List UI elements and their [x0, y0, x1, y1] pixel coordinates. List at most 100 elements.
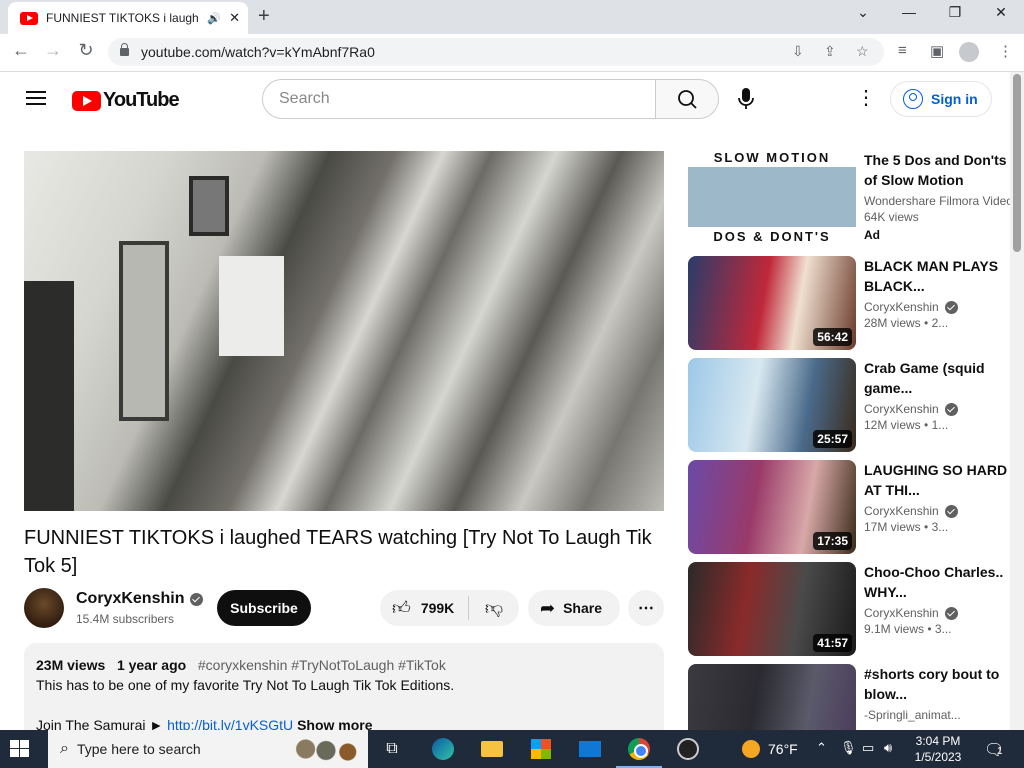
tab-close-icon[interactable]: ✕: [229, 10, 240, 26]
related-video-title[interactable]: Crab Game (squid game...: [864, 358, 1010, 398]
share-button[interactable]: ➦ Share: [528, 590, 620, 626]
reload-icon[interactable]: ↻: [73, 40, 99, 61]
channel-name-link[interactable]: CoryxKenshin: [76, 590, 204, 608]
related-video-title[interactable]: BLACK MAN PLAYS BLACK...: [864, 256, 1010, 296]
related-video-info: #shorts cory bout to blow... -Springli_an…: [864, 664, 1010, 722]
view-count: 23M views: [36, 657, 106, 673]
related-video-info: LAUGHING SO HARD AT THI... CoryxKenshin 17…: [864, 460, 1010, 534]
video-thumbnail[interactable]: 56:42: [688, 256, 856, 350]
subscribe-button[interactable]: Subscribe: [217, 590, 311, 626]
microphone-icon[interactable]: [734, 86, 758, 112]
video-thumbnail[interactable]: 25:57: [688, 358, 856, 452]
related-video-channel[interactable]: -Springli_animat...: [864, 708, 961, 722]
related-video-item[interactable]: SLOW MOTION DOS & DONT'S The 5 Dos and Don…: [688, 150, 1010, 244]
channel-avatar[interactable]: [24, 588, 64, 628]
volume-icon[interactable]: 🔊︎: [884, 740, 892, 756]
media-control-icon[interactable]: ≡: [898, 42, 907, 59]
related-video-channel[interactable]: CoryxKenshin: [864, 300, 939, 314]
browser-menu-icon[interactable]: ⋮: [998, 42, 1013, 60]
system-clock[interactable]: 3:04 PM 1/5/2023: [904, 733, 972, 765]
related-video-age: 3...: [934, 622, 952, 636]
verified-check-icon: [190, 592, 204, 606]
related-video-channel-row: CoryxKenshin: [864, 504, 1010, 518]
related-video-channel[interactable]: CoryxKenshin: [864, 504, 939, 518]
profile-avatar-icon[interactable]: [959, 42, 979, 62]
clock-time: 3:04 PM: [915, 734, 961, 748]
related-video-channel[interactable]: CoryxKenshin: [864, 402, 939, 416]
lock-icon: [120, 43, 129, 56]
description-box[interactable]: 23M views 1 year ago #coryxkenshin #TryN…: [24, 643, 664, 743]
related-video-title[interactable]: The 5 Dos and Don'ts of Slow Motion Film…: [864, 150, 1010, 190]
windows-start-icon[interactable]: [10, 740, 30, 758]
video-thumbnail[interactable]: 41:57: [688, 562, 856, 656]
search-input[interactable]: Search: [262, 79, 656, 119]
related-video-views: 28M views: [864, 316, 921, 330]
video-frame-small-picture: [189, 176, 229, 236]
logo-text: YouTube: [103, 89, 180, 111]
new-tab-button[interactable]: +: [258, 5, 270, 28]
edge-icon[interactable]: [428, 736, 458, 762]
install-icon[interactable]: ⇩: [792, 43, 804, 60]
search-icon: ⌕: [60, 740, 69, 757]
system-monitor-icon[interactable]: [673, 736, 703, 762]
network-icon[interactable]: ▭: [862, 740, 874, 756]
browser-tab[interactable]: FUNNIEST TIKTOKS i laughed TEARS watchin…: [8, 2, 248, 34]
related-video-item[interactable]: 56:42 BLACK MAN PLAYS BLACK... CoryxKenshi…: [688, 256, 1008, 350]
search-button[interactable]: [655, 79, 719, 119]
url-field[interactable]: youtube.com/watch?v=kYmAbnf7Ra0 ⇩ ⇪ ☆: [108, 38, 884, 66]
video-player[interactable]: [24, 151, 664, 511]
dislike-button[interactable]: 👎︎: [469, 590, 519, 626]
related-video-views: 64K views: [864, 210, 919, 224]
video-thumbnail[interactable]: 17:35: [688, 460, 856, 554]
microsoft-store-icon[interactable]: [526, 736, 556, 762]
verified-check-icon: [944, 300, 958, 314]
forward-icon[interactable]: →: [40, 40, 66, 61]
side-panel-icon[interactable]: ▣: [930, 42, 944, 60]
restore-icon[interactable]: ❐: [932, 4, 978, 21]
chevron-down-icon[interactable]: ⌄: [840, 4, 886, 21]
file-explorer-icon[interactable]: [477, 736, 507, 762]
notification-center-icon[interactable]: 🗨︎ 1: [984, 740, 1006, 760]
related-video-item[interactable]: 41:57 Choo-Choo Charles.. WHY... CoryxKens…: [688, 562, 1008, 656]
related-video-channel[interactable]: CoryxKenshin: [864, 606, 939, 620]
taskbar-search-box[interactable]: ⌕ Type here to search: [48, 730, 368, 768]
hamburger-menu-icon[interactable]: [26, 91, 46, 105]
like-button[interactable]: 👍︎ 799K: [380, 590, 468, 626]
close-icon[interactable]: ✕: [978, 4, 1024, 21]
related-video-title[interactable]: LAUGHING SO HARD AT THI...: [864, 460, 1010, 500]
weather-widget[interactable]: 76°F: [742, 740, 798, 758]
chrome-icon[interactable]: [624, 736, 654, 762]
speaker-icon[interactable]: 🔊: [207, 12, 221, 25]
hashtags[interactable]: #coryxkenshin #TryNotToLaugh #TikTok: [198, 657, 446, 673]
related-video-channel[interactable]: Wondershare Filmora Video: [864, 194, 1010, 208]
task-view-icon[interactable]: ⧉: [377, 736, 407, 762]
more-options-icon[interactable]: ⋮: [856, 88, 876, 108]
search-icon: [678, 90, 697, 109]
related-video-item[interactable]: 25:57 Crab Game (squid game... CoryxKenshi…: [688, 358, 1008, 452]
related-video-stats: 9.1M views • 3...: [864, 622, 1010, 636]
video-frame-poster: [219, 256, 284, 356]
back-icon[interactable]: ←: [8, 40, 34, 61]
tab-title: FUNNIEST TIKTOKS i laughed TEARS watchin…: [46, 11, 199, 25]
minimize-icon[interactable]: —: [886, 4, 932, 20]
description-line: This has to be one of my favorite Try No…: [36, 677, 455, 693]
microphone-tray-icon[interactable]: 🎙︎: [840, 740, 857, 756]
related-video-title[interactable]: #shorts cory bout to blow...: [864, 664, 1010, 704]
duration-badge: 56:42: [813, 328, 852, 346]
separator-dot: •: [920, 418, 932, 432]
related-video-views: 17M views: [864, 520, 921, 534]
related-video-title[interactable]: Choo-Choo Charles.. WHY...: [864, 562, 1010, 602]
clock-date: 1/5/2023: [914, 750, 962, 764]
bookmark-star-icon[interactable]: ☆: [856, 43, 869, 60]
youtube-logo[interactable]: YouTube: [72, 89, 180, 112]
scrollbar-thumb[interactable]: [1013, 74, 1021, 252]
related-video-info: BLACK MAN PLAYS BLACK... CoryxKenshin 28M …: [864, 256, 1010, 330]
mail-icon[interactable]: [575, 736, 605, 762]
video-thumbnail[interactable]: SLOW MOTION DOS & DONT'S: [688, 150, 856, 244]
sign-in-button[interactable]: Sign in: [890, 81, 992, 117]
chevron-up-icon[interactable]: ⌃: [816, 740, 827, 756]
related-video-item[interactable]: 17:35 LAUGHING SO HARD AT THI... CoryxKens…: [688, 460, 1008, 554]
more-actions-button[interactable]: ⋯: [628, 590, 664, 626]
share-label: Share: [563, 600, 603, 616]
share-page-icon[interactable]: ⇪: [824, 43, 836, 60]
